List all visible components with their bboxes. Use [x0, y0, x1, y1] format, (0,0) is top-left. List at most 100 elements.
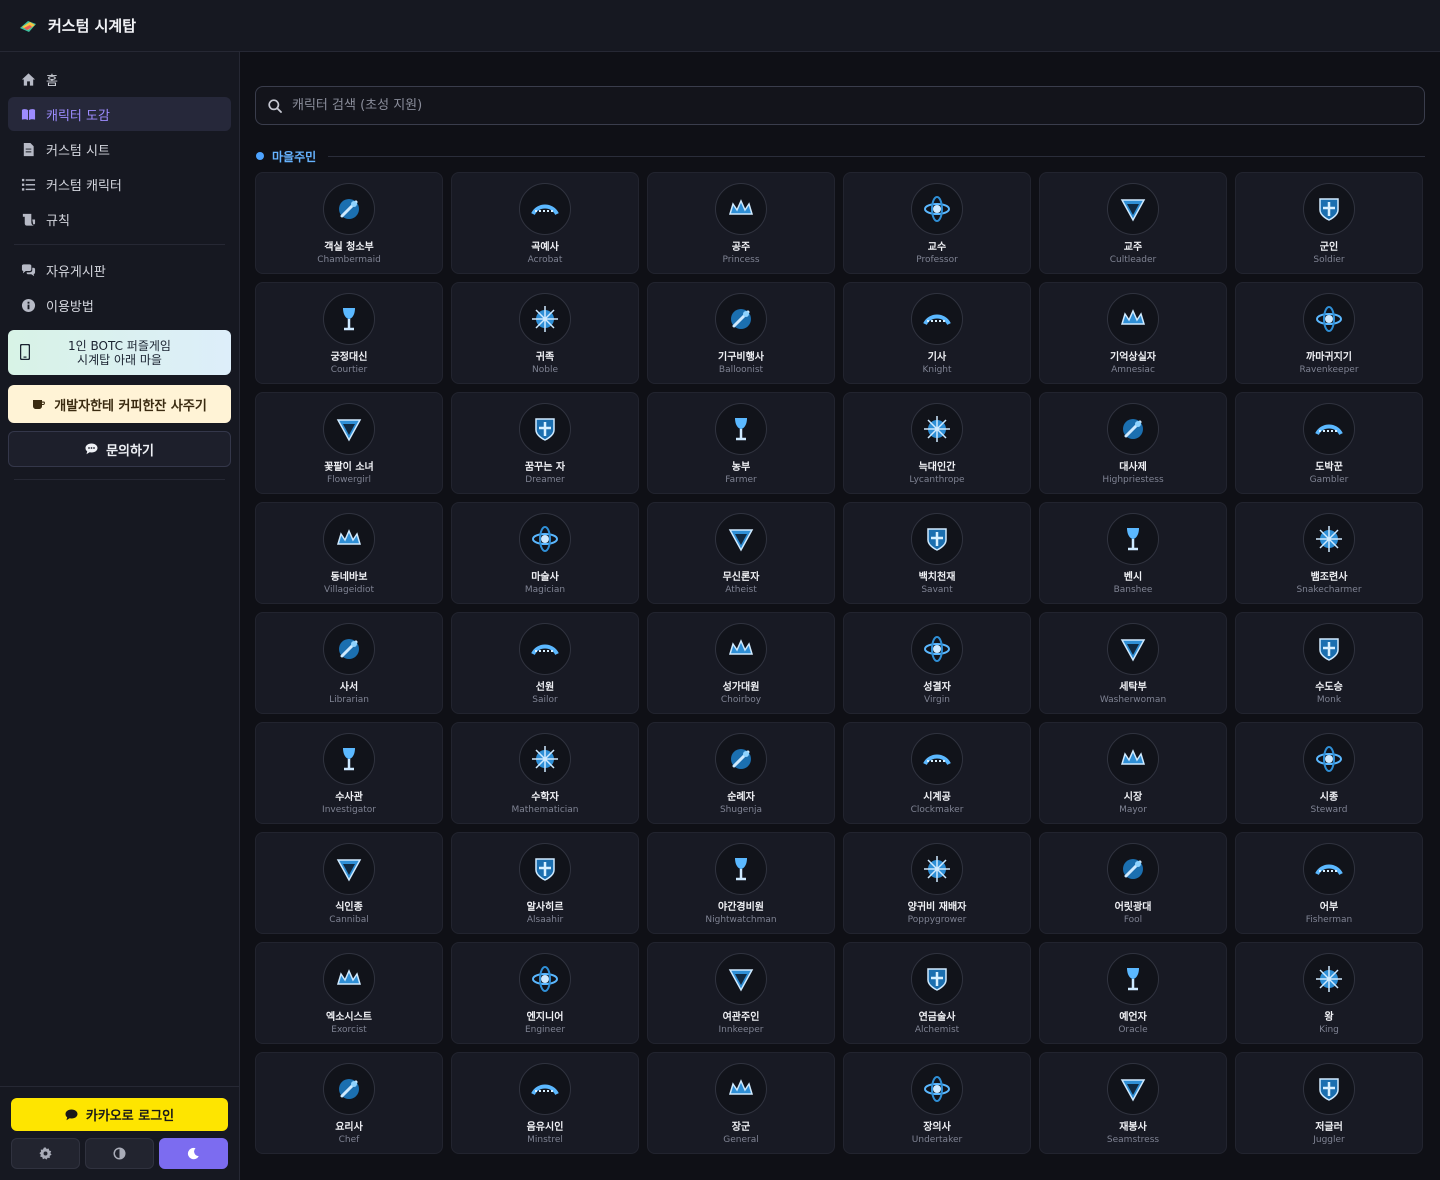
- character-card[interactable]: 도박꾼 Gambler: [1235, 392, 1423, 494]
- sidebar-item-rules[interactable]: 규칙: [8, 202, 231, 236]
- character-card[interactable]: 여관주인 Innkeeper: [647, 942, 835, 1044]
- character-name-en: Acrobat: [527, 255, 563, 265]
- character-card[interactable]: 순례자 Shugenja: [647, 722, 835, 824]
- character-card[interactable]: 뱀조련사 Snakecharmer: [1235, 502, 1423, 604]
- character-name-kr: 곡예사: [531, 242, 559, 253]
- character-card[interactable]: 성결자 Virgin: [843, 612, 1031, 714]
- character-card[interactable]: 요리사 Chef: [255, 1052, 443, 1154]
- theme-contrast-button[interactable]: [85, 1138, 154, 1169]
- character-card[interactable]: 늑대인간 Lycanthrope: [843, 392, 1031, 494]
- character-card[interactable]: 재봉사 Seamstress: [1039, 1052, 1227, 1154]
- character-card[interactable]: 백치천재 Savant: [843, 502, 1031, 604]
- character-card[interactable]: 식인종 Cannibal: [255, 832, 443, 934]
- gear-icon: [39, 1147, 52, 1160]
- character-name-en: Shugenja: [719, 805, 763, 815]
- kakao-login-button[interactable]: 카카오로 로그인: [11, 1098, 228, 1131]
- character-name-en: Fisherman: [1305, 915, 1353, 925]
- character-name-kr: 예언자: [1119, 1012, 1147, 1023]
- character-name-kr: 여관주인: [722, 1012, 760, 1023]
- character-card[interactable]: 시계공 Clockmaker: [843, 722, 1031, 824]
- character-card[interactable]: 수학자 Mathematician: [451, 722, 639, 824]
- character-card[interactable]: 수도승 Monk: [1235, 612, 1423, 714]
- character-name-kr: 연금술사: [918, 1012, 956, 1023]
- character-card[interactable]: 꿈꾸는 자 Dreamer: [451, 392, 639, 494]
- character-card[interactable]: 세탁부 Washerwoman: [1039, 612, 1227, 714]
- character-card[interactable]: 객실 청소부 Chambermaid: [255, 172, 443, 274]
- character-name-kr: 동네바보: [330, 572, 368, 583]
- character-card[interactable]: 꽃팔이 소녀 Flowergirl: [255, 392, 443, 494]
- sidebar-item-home[interactable]: 홈: [8, 62, 231, 96]
- character-card[interactable]: 수사관 Investigator: [255, 722, 443, 824]
- character-name-en: Steward: [1310, 805, 1348, 815]
- character-card[interactable]: 엔지니어 Engineer: [451, 942, 639, 1044]
- character-card[interactable]: 기사 Knight: [843, 282, 1031, 384]
- character-card[interactable]: 선원 Sailor: [451, 612, 639, 714]
- character-name-en: Alchemist: [914, 1025, 960, 1035]
- character-name-kr: 선원: [535, 682, 555, 693]
- sidebar-item-custom-character[interactable]: 커스텀 캐릭터: [8, 167, 231, 201]
- character-card[interactable]: 귀족 Noble: [451, 282, 639, 384]
- character-card[interactable]: 까마귀지기 Ravenkeeper: [1235, 282, 1423, 384]
- character-card[interactable]: 어릿광대 Fool: [1039, 832, 1227, 934]
- character-card[interactable]: 양귀비 재배자 Poppygrower: [843, 832, 1031, 934]
- sidebar-item-character-guide[interactable]: 캐릭터 도감: [8, 97, 231, 131]
- promo-banner[interactable]: 1인 BOTC 퍼즐게임 시계탑 아래 마을: [8, 330, 231, 375]
- character-card[interactable]: 장의사 Undertaker: [843, 1052, 1031, 1154]
- character-card[interactable]: 장군 General: [647, 1052, 835, 1154]
- character-icon: [715, 843, 767, 895]
- character-card[interactable]: 알사히르 Alsaahir: [451, 832, 639, 934]
- character-card[interactable]: 연금술사 Alchemist: [843, 942, 1031, 1044]
- character-card[interactable]: 야간경비원 Nightwatchman: [647, 832, 835, 934]
- character-name-en: Minstrel: [527, 1135, 563, 1145]
- character-card[interactable]: 궁정대신 Courtier: [255, 282, 443, 384]
- character-card[interactable]: 기억상실자 Amnesiac: [1039, 282, 1227, 384]
- character-card[interactable]: 어부 Fisherman: [1235, 832, 1423, 934]
- promo-line-2: 시계탑 아래 마을: [77, 352, 162, 367]
- character-name-kr: 객실 청소부: [324, 242, 374, 253]
- character-name-kr: 장군: [731, 1122, 751, 1133]
- buy-coffee-button[interactable]: 개발자한테 커피한잔 사주기: [8, 385, 231, 423]
- chat-bubble-icon: [65, 1109, 78, 1120]
- character-card[interactable]: 무신론자 Atheist: [647, 502, 835, 604]
- character-name-en: Soldier: [1313, 255, 1345, 265]
- character-icon: [519, 623, 571, 675]
- character-card[interactable]: 저글러 Juggler: [1235, 1052, 1423, 1154]
- character-card[interactable]: 시장 Mayor: [1039, 722, 1227, 824]
- info-icon: [20, 297, 36, 313]
- character-card[interactable]: 군인 Soldier: [1235, 172, 1423, 274]
- character-card[interactable]: 교수 Professor: [843, 172, 1031, 274]
- character-card[interactable]: 벤시 Banshee: [1039, 502, 1227, 604]
- section-divider: [328, 155, 1425, 157]
- character-card[interactable]: 대사제 Highpriestess: [1039, 392, 1227, 494]
- sidebar-item-free-board[interactable]: 자유게시판: [8, 253, 231, 287]
- sidebar-item-how-to-use[interactable]: 이용방법: [8, 288, 231, 322]
- character-card[interactable]: 왕 King: [1235, 942, 1423, 1044]
- character-card[interactable]: 동네바보 Villageidiot: [255, 502, 443, 604]
- character-card[interactable]: 사서 Librarian: [255, 612, 443, 714]
- character-card[interactable]: 시종 Steward: [1235, 722, 1423, 824]
- character-grid: 객실 청소부 Chambermaid 곡예사 Acrobat 공주 Princess 교수 P…: [255, 172, 1425, 1154]
- book-icon: [20, 106, 36, 122]
- character-icon: [715, 403, 767, 455]
- character-card[interactable]: 예언자 Oracle: [1039, 942, 1227, 1044]
- theme-dark-button[interactable]: [159, 1138, 228, 1169]
- character-card[interactable]: 음유시인 Minstrel: [451, 1052, 639, 1154]
- search-input[interactable]: [292, 98, 1392, 113]
- character-name-en: Innkeeper: [718, 1025, 764, 1035]
- character-card[interactable]: 마술사 Magician: [451, 502, 639, 604]
- kakao-login-label: 카카오로 로그인: [85, 1109, 175, 1124]
- sidebar-item-custom-sheet[interactable]: 커스텀 시트: [8, 132, 231, 166]
- character-name-en: Poppygrower: [907, 915, 967, 925]
- character-card[interactable]: 성가대원 Choirboy: [647, 612, 835, 714]
- character-card[interactable]: 공주 Princess: [647, 172, 835, 274]
- character-card[interactable]: 엑소시스트 Exorcist: [255, 942, 443, 1044]
- character-card[interactable]: 교주 Cultleader: [1039, 172, 1227, 274]
- character-icon: [323, 183, 375, 235]
- sidebar-item-label: 이용방법: [46, 299, 94, 315]
- contact-button[interactable]: 문의하기: [8, 431, 231, 467]
- character-name-kr: 세탁부: [1119, 682, 1147, 693]
- character-card[interactable]: 곡예사 Acrobat: [451, 172, 639, 274]
- character-card[interactable]: 기구비행사 Balloonist: [647, 282, 835, 384]
- character-card[interactable]: 농부 Farmer: [647, 392, 835, 494]
- theme-system-button[interactable]: [11, 1138, 80, 1169]
